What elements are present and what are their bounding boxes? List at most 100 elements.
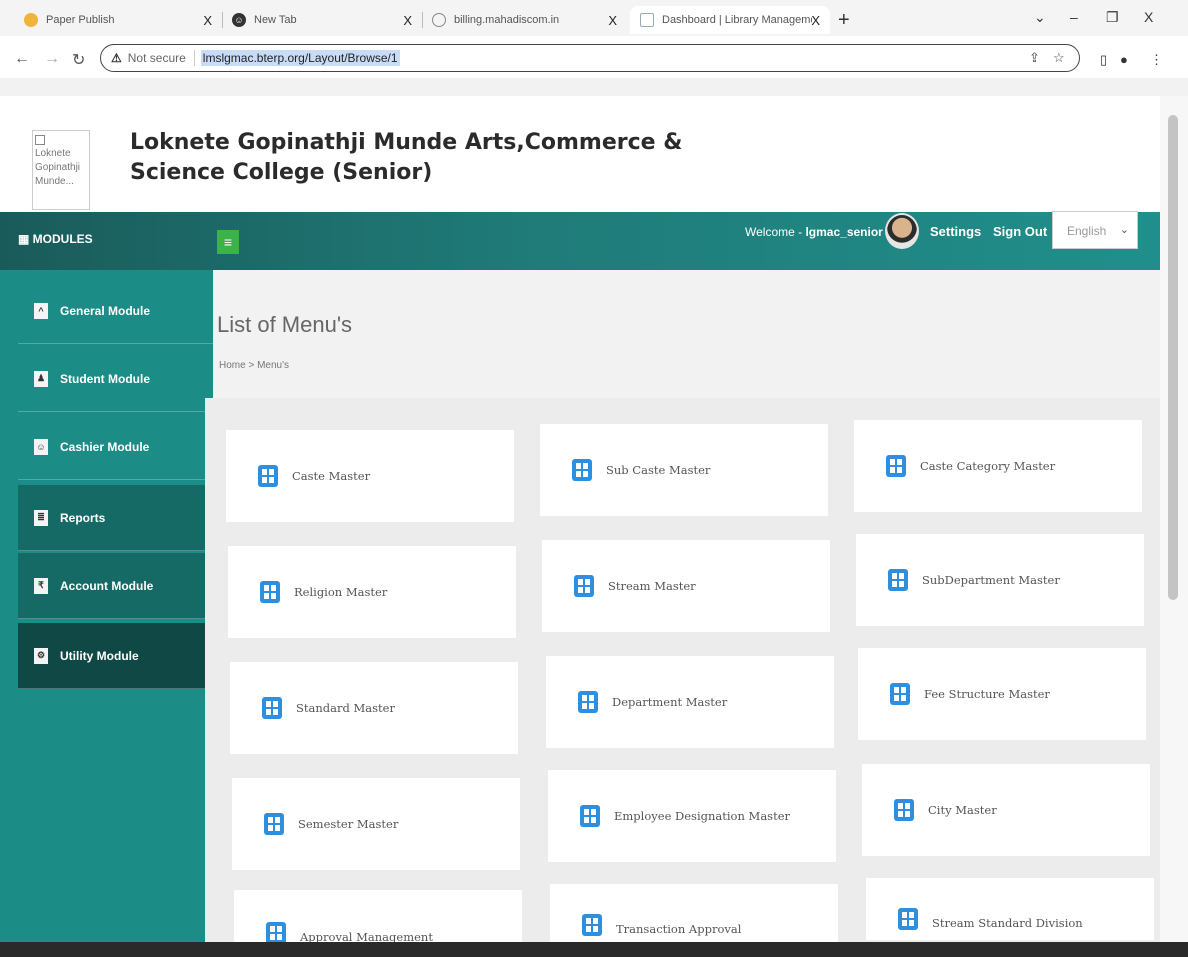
college-name: Loknete Gopinathji Munde Arts,Commerce &… (130, 128, 682, 188)
share-icon[interactable]: ⇪ (1029, 50, 1040, 66)
hamburger-menu-button[interactable]: ≡ (217, 230, 239, 254)
page-icon (640, 13, 654, 27)
menu-card-label: SubDepartment Master (922, 573, 1060, 587)
browser-tab-bar: Paper Publish X ☺ New Tab X billing.maha… (0, 0, 1188, 36)
sign-out-link[interactable]: Sign Out (993, 224, 1047, 239)
tab-search-icon[interactable]: ⌄ (1034, 9, 1046, 26)
chevron-down-icon: ⌄ (1119, 224, 1129, 236)
close-window-icon[interactable]: X (1144, 9, 1153, 25)
menu-card-stream-master[interactable]: Stream Master (542, 540, 830, 632)
windows-tile-icon (582, 914, 602, 936)
windows-tile-icon (258, 465, 278, 487)
college-name-line2: Science College (Senior) (130, 160, 433, 185)
security-label: Not secure (127, 51, 186, 65)
menu-card-caste-master[interactable]: Caste Master (226, 430, 514, 522)
menu-card-label: Transaction Approval (616, 922, 742, 936)
sidebar-item-cashier-module[interactable]: ☺ Cashier Module (18, 414, 213, 480)
close-tab-icon[interactable]: X (811, 13, 820, 28)
menu-card-label: City Master (928, 803, 997, 817)
tab-title: Dashboard | Library Managemen (662, 14, 812, 26)
sidebar-item-account-module[interactable]: ₹ Account Module (18, 553, 213, 619)
menu-card-caste-category-master[interactable]: Caste Category Master (854, 420, 1142, 512)
username: lgmac_senior (805, 225, 883, 239)
breadcrumb: Home > Menu's (219, 360, 289, 371)
language-select[interactable]: English ⌄ (1052, 211, 1138, 249)
cashier-icon: ☺ (34, 438, 48, 455)
menu-card-stream-standard-division[interactable]: Stream Standard Division (866, 878, 1154, 940)
windows-tile-icon (578, 691, 598, 713)
menu-card-employee-designation-master[interactable]: Employee Designation Master (548, 770, 836, 862)
broken-image-icon (35, 135, 45, 145)
student-icon: ♟ (34, 370, 48, 387)
menu-card-label: Caste Category Master (920, 459, 1056, 473)
windows-tile-icon (888, 569, 908, 591)
college-logo: Loknete Gopinathji Munde... (32, 130, 90, 210)
top-nav-bar (0, 212, 1160, 270)
sidebar-item-student-module[interactable]: ♟ Student Module (18, 346, 213, 412)
welcome-text: Welcome - lgmac_senior (745, 225, 883, 239)
menu-card-religion-master[interactable]: Religion Master (228, 546, 516, 638)
browser-tab-dashboard[interactable]: Dashboard | Library Managemen X (630, 6, 830, 34)
back-icon[interactable]: ← (14, 50, 30, 68)
globe-icon (432, 13, 446, 27)
settings-link[interactable]: Settings (930, 224, 981, 239)
menu-card-department-master[interactable]: Department Master (546, 656, 834, 748)
windows-tile-icon (894, 799, 914, 821)
menu-card-sub-caste-master[interactable]: Sub Caste Master (540, 424, 828, 516)
sidebar-item-label: Account Module (60, 578, 154, 593)
menu-card-standard-master[interactable]: Standard Master (230, 662, 518, 754)
reload-icon[interactable]: ↻ (72, 50, 85, 70)
menu-card-label: Standard Master (296, 701, 395, 715)
profile-icon[interactable]: ● (1120, 52, 1128, 67)
sidebar-item-utility-module[interactable]: ⚙ Utility Module (18, 623, 213, 689)
sidebar-item-label: Student Module (60, 371, 150, 386)
modules-heading: ▦ MODULES (18, 232, 93, 246)
logo-alt-text: Loknete Gopinathji Munde... (35, 148, 81, 187)
minimize-icon[interactable]: – (1070, 9, 1078, 25)
new-tab-button[interactable]: + (838, 10, 850, 30)
close-tab-icon[interactable]: X (403, 13, 412, 28)
avatar[interactable] (885, 213, 919, 249)
browser-tab-billing[interactable]: billing.mahadiscom.in X (422, 6, 627, 34)
page-title: List of Menu's (217, 312, 353, 337)
sidebar-item-label: Cashier Module (60, 439, 150, 454)
sidepanel-icon[interactable]: ▯ (1100, 52, 1107, 68)
grid-icon: ▦ (18, 232, 33, 246)
menu-card-label: Stream Master (608, 579, 696, 593)
windows-tile-icon (890, 683, 910, 705)
url-text[interactable]: lmslgmac.bterp.org/Layout/Browse/1 (200, 50, 400, 66)
url-divider (193, 50, 195, 66)
sidebar-item-general-module[interactable]: ^ General Module (18, 278, 213, 344)
menu-card-fee-structure-master[interactable]: Fee Structure Master (858, 648, 1146, 740)
paper-icon (24, 13, 38, 27)
url-bar[interactable]: ⚠ Not secure lmslgmac.bterp.org/Layout/B… (100, 44, 1080, 72)
sidebar-item-label: Utility Module (60, 648, 139, 663)
scrollbar-thumb[interactable] (1168, 115, 1178, 600)
utility-icon: ⚙ (34, 647, 48, 664)
sidebar-item-reports[interactable]: ≣ Reports (18, 485, 213, 551)
menu-card-subdepartment-master[interactable]: SubDepartment Master (856, 534, 1144, 626)
modules-label: MODULES (32, 232, 93, 246)
close-tab-icon[interactable]: X (608, 13, 617, 28)
menu-card-city-master[interactable]: City Master (862, 764, 1150, 856)
windows-tile-icon (580, 805, 600, 827)
menu-card-label: Department Master (612, 695, 728, 709)
close-tab-icon[interactable]: X (203, 13, 212, 28)
kebab-menu-icon[interactable]: ⋮ (1150, 52, 1163, 68)
menu-card-semester-master[interactable]: Semester Master (232, 778, 520, 870)
windows-tile-icon (898, 908, 918, 930)
browser-tab-paper-publish[interactable]: Paper Publish X (14, 6, 223, 34)
college-name-line1: Loknete Gopinathji Munde Arts,Commerce & (130, 130, 683, 155)
menu-card-approval-management[interactable]: Approval Management (234, 890, 522, 950)
browser-tab-new-tab[interactable]: ☺ New Tab X (222, 6, 423, 34)
forward-icon[interactable]: → (44, 50, 60, 68)
restore-icon[interactable]: ❐ (1106, 9, 1119, 26)
menu-card-label: Fee Structure Master (924, 687, 1050, 701)
menu-card-transaction-approval[interactable]: Transaction Approval (550, 884, 838, 944)
bookmark-star-icon[interactable]: ☆ (1053, 50, 1065, 66)
menu-card-label: Religion Master (294, 585, 388, 599)
tab-title: New Tab (254, 14, 297, 26)
chevron-up-icon: ^ (34, 302, 48, 319)
menu-card-label: Caste Master (292, 469, 371, 483)
windows-tile-icon (260, 581, 280, 603)
